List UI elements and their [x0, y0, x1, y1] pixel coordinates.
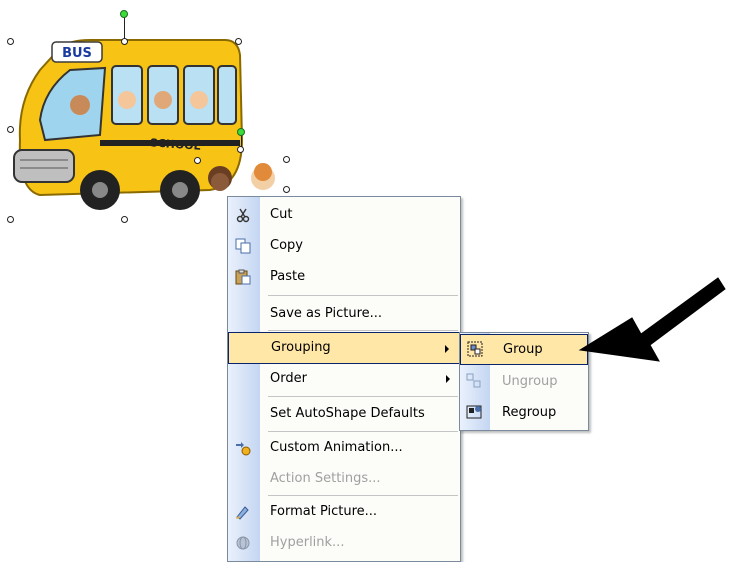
menu-item-custom-animation[interactable]: Custom Animation...	[228, 432, 460, 464]
submenu-arrow-icon	[445, 345, 449, 353]
menu-item-action-settings[interactable]: Action Settings...	[228, 463, 460, 495]
menu-item-grouping[interactable]: Grouping	[228, 332, 460, 364]
submenu-item-regroup-label: Regroup	[502, 405, 557, 420]
rotation-handle-kids[interactable]	[237, 128, 245, 136]
resize-handle-kids-top-right[interactable]	[283, 156, 290, 163]
menu-separator	[268, 295, 458, 296]
menu-item-order-label: Order	[270, 371, 307, 386]
menu-item-save-as-picture[interactable]: Save as Picture...	[228, 298, 460, 330]
resize-handle-bottom[interactable]	[121, 216, 128, 223]
regroup-icon	[466, 405, 482, 419]
menu-item-hyperlink-label: Hyperlink...	[270, 535, 345, 550]
menu-item-copy-label: Copy	[270, 238, 303, 253]
copy-icon	[235, 238, 251, 254]
resize-handle-left[interactable]	[7, 126, 14, 133]
scissors-icon	[236, 208, 250, 223]
menu-separator	[268, 330, 458, 331]
menu-item-format-picture-label: Format Picture...	[270, 504, 378, 519]
submenu-item-ungroup-label: Ungroup	[502, 374, 558, 389]
menu-item-paste[interactable]: Paste	[228, 261, 460, 293]
menu-item-set-autoshape-defaults[interactable]: Set AutoShape Defaults	[228, 398, 460, 430]
group-icon	[467, 341, 483, 357]
menu-item-copy[interactable]: Copy	[228, 230, 460, 262]
submenu-item-group[interactable]: Group	[460, 334, 588, 365]
submenu-item-ungroup[interactable]: Ungroup	[460, 366, 588, 397]
ungroup-icon	[466, 373, 481, 388]
menu-item-format-picture[interactable]: Format Picture...	[228, 496, 460, 528]
menu-item-save-as-picture-label: Save as Picture...	[270, 306, 383, 321]
format-picture-icon	[236, 506, 249, 520]
menu-item-hyperlink[interactable]: Hyperlink...	[228, 527, 460, 559]
bus-sign-text: BUS	[62, 46, 92, 61]
hyperlink-icon	[236, 536, 250, 550]
resize-handle-kids-right[interactable]	[283, 186, 290, 193]
menu-item-cut[interactable]: Cut	[228, 199, 460, 231]
menu-item-order[interactable]: Order	[228, 363, 460, 395]
pointer-arrow-annotation	[578, 277, 726, 362]
submenu-item-group-label: Group	[503, 342, 543, 357]
resize-handle-kids-top-left[interactable]	[194, 157, 201, 164]
menu-item-grouping-label: Grouping	[271, 340, 331, 355]
rotation-handle-bus[interactable]	[120, 10, 128, 18]
resize-handle-kids-top[interactable]	[237, 146, 244, 153]
context-menu: Cut Copy Paste Save as Picture... Groupi…	[227, 196, 461, 562]
menu-item-paste-label: Paste	[270, 269, 306, 284]
menu-separator	[268, 396, 458, 397]
menu-item-action-settings-label: Action Settings...	[270, 471, 381, 486]
submenu-item-regroup[interactable]: Regroup	[460, 397, 588, 428]
resize-handle-top[interactable]	[121, 38, 128, 45]
menu-item-set-autoshape-defaults-label: Set AutoShape Defaults	[270, 406, 425, 421]
submenu-arrow-icon	[446, 375, 450, 383]
menu-item-cut-label: Cut	[270, 207, 293, 222]
resize-handle-bottom-left[interactable]	[7, 216, 14, 223]
menu-item-custom-animation-label: Custom Animation...	[270, 440, 403, 455]
resize-handle-top-left[interactable]	[7, 38, 14, 45]
resize-handle-top-right[interactable]	[235, 38, 242, 45]
paste-icon	[235, 269, 251, 285]
animation-icon	[236, 442, 251, 456]
